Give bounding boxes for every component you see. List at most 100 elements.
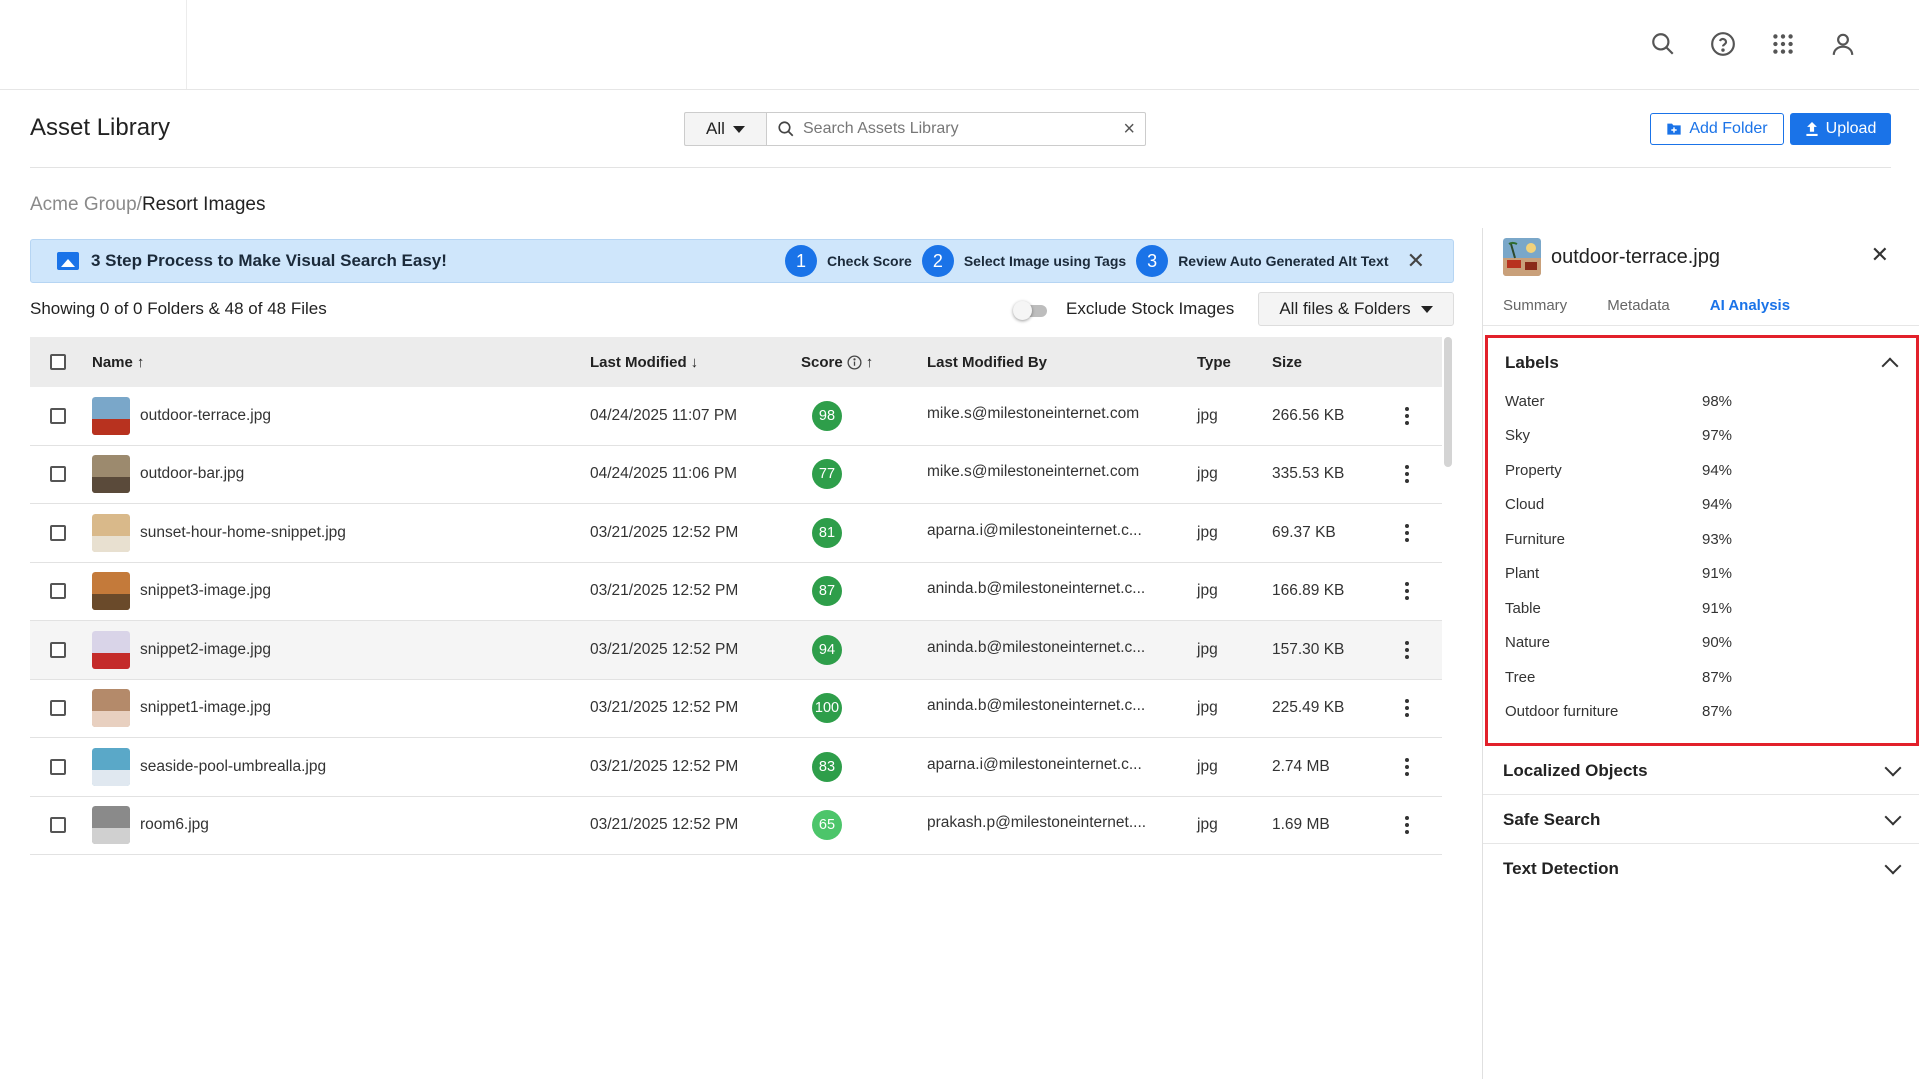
breadcrumb: Acme Group/Resort Images — [30, 194, 265, 216]
more-options-icon[interactable] — [1398, 816, 1416, 835]
labels-section: Labels Water 98% Sky 97% Property 94% Cloud 94%… — [1485, 335, 1919, 746]
col-name[interactable]: Name ↑ — [92, 354, 144, 371]
scope-select[interactable]: All — [684, 112, 766, 146]
col-modified-by: Last Modified By — [927, 354, 1047, 371]
add-folder-button[interactable]: Add Folder — [1650, 113, 1784, 145]
section-header[interactable]: Safe Search — [1483, 795, 1919, 844]
row-file-name[interactable]: seaside-pool-umbrealla.jpg — [140, 758, 326, 776]
tab-metadata[interactable]: Metadata — [1607, 297, 1670, 314]
table-scrollbar[interactable] — [1444, 337, 1452, 467]
row-type: jpg — [1197, 406, 1218, 424]
row-checkbox[interactable] — [50, 524, 66, 541]
table-row[interactable]: outdoor-bar.jpg 04/24/2025 11:06 PM 77 mike… — [30, 446, 1442, 504]
table-row[interactable]: snippet2-image.jpg 03/21/2025 12:52 PM 94 a… — [30, 621, 1442, 680]
row-checkbox[interactable] — [50, 407, 66, 424]
row-file-name[interactable]: room6.jpg — [140, 816, 209, 834]
row-checkbox[interactable] — [50, 466, 66, 483]
table-row[interactable]: outdoor-terrace.jpg 04/24/2025 11:07 PM 98… — [30, 387, 1442, 446]
upload-button[interactable]: Upload — [1790, 113, 1891, 145]
exclude-stock-toggle[interactable] — [1013, 300, 1047, 320]
more-options-icon[interactable] — [1398, 699, 1416, 718]
section-header[interactable]: Text Detection — [1483, 844, 1919, 893]
row-modified-by: prakash.p@milestoneinternet.... — [927, 814, 1147, 832]
row-checkbox[interactable] — [50, 641, 66, 658]
table-row[interactable]: snippet1-image.jpg 03/21/2025 12:52 PM 100… — [30, 680, 1442, 738]
row-file-name[interactable]: snippet3-image.jpg — [140, 582, 271, 600]
label-row: Outdoor furniture 87% — [1488, 695, 1916, 730]
label-confidence: 94% — [1702, 496, 1733, 514]
labels-section-header[interactable]: Labels — [1488, 342, 1916, 384]
sort-up-icon: ↑ — [136, 353, 145, 371]
more-options-icon[interactable] — [1398, 465, 1416, 484]
table-row[interactable]: seaside-pool-umbrealla.jpg 03/21/2025 12:… — [30, 738, 1442, 797]
row-file-name[interactable]: outdoor-bar.jpg — [140, 465, 244, 483]
table-row[interactable]: room6.jpg 03/21/2025 12:52 PM 65 prakash.p@… — [30, 797, 1442, 855]
col-type-label: Type — [1197, 353, 1231, 371]
table-row-partial — [30, 855, 1442, 877]
scope-select-value: All — [706, 119, 725, 138]
search-input[interactable] — [803, 120, 1116, 138]
more-options-icon[interactable] — [1398, 757, 1416, 776]
table-row[interactable]: snippet3-image.jpg 03/21/2025 12:52 PM 87 a… — [30, 563, 1442, 621]
image-icon — [57, 252, 79, 270]
tab-ai-analysis[interactable]: AI Analysis — [1710, 297, 1790, 314]
more-options-icon[interactable] — [1398, 523, 1416, 542]
row-file-name[interactable]: snippet2-image.jpg — [140, 641, 271, 659]
add-folder-icon — [1667, 123, 1682, 135]
section-header[interactable]: Localized Objects — [1483, 746, 1919, 795]
search-box: × — [766, 112, 1146, 146]
files-filter-select[interactable]: All files & Folders — [1258, 292, 1454, 326]
step-label: Select Image using Tags — [963, 253, 1127, 269]
label-row: Sky 97% — [1488, 419, 1916, 454]
row-size: 335.53 KB — [1272, 465, 1345, 483]
section-localized-objects[interactable]: Localized Objects — [1483, 746, 1919, 795]
label-name: Furniture — [1505, 530, 1566, 548]
chevron-up-icon — [1881, 357, 1899, 375]
label-row: Table 91% — [1488, 591, 1916, 626]
row-thumbnail — [92, 513, 130, 552]
label-confidence: 97% — [1702, 427, 1733, 445]
col-last-modified[interactable]: Last Modified ↓ — [590, 354, 698, 371]
row-checkbox[interactable] — [50, 583, 66, 600]
help-icon[interactable] — [1707, 28, 1739, 60]
row-modified: 03/21/2025 12:52 PM — [590, 757, 739, 775]
clear-search-icon[interactable]: × — [1123, 118, 1135, 141]
row-size: 266.56 KB — [1272, 406, 1345, 424]
file-thumbnail — [1503, 238, 1541, 276]
toggle-thumb — [1013, 301, 1032, 320]
row-file-name[interactable]: outdoor-terrace.jpg — [140, 407, 271, 425]
row-thumbnail — [92, 396, 130, 435]
search-icon[interactable] — [1647, 28, 1679, 60]
row-checkbox[interactable] — [50, 758, 66, 775]
account-icon[interactable] — [1827, 28, 1859, 60]
row-thumbnail — [92, 689, 130, 728]
row-checkbox[interactable] — [50, 817, 66, 834]
select-all-checkbox[interactable] — [50, 354, 66, 370]
logo-area — [0, 0, 187, 89]
table-row[interactable]: sunset-hour-home-snippet.jpg 03/21/2025 1… — [30, 504, 1442, 563]
details-panel: outdoor-terrace.jpg ✕ Summary Metadata A… — [1482, 228, 1919, 1079]
breadcrumb-parent[interactable]: Acme Group/ — [30, 194, 142, 215]
section-safe-search[interactable]: Safe Search — [1483, 795, 1919, 844]
caret-down-icon — [1420, 305, 1433, 313]
col-score[interactable]: Score ↑ — [801, 354, 873, 371]
sort-up-icon: ↑ — [865, 353, 874, 371]
more-options-icon[interactable] — [1398, 640, 1416, 659]
score-badge: 83 — [812, 751, 842, 782]
apps-grid-icon[interactable] — [1767, 28, 1799, 60]
close-banner-icon[interactable]: ✕ — [1407, 248, 1425, 274]
row-checkbox[interactable] — [50, 700, 66, 717]
label-row: Water 98% — [1488, 384, 1916, 419]
more-options-icon[interactable] — [1398, 582, 1416, 601]
step-number: 1 — [785, 245, 817, 277]
row-file-name[interactable]: snippet1-image.jpg — [140, 699, 271, 717]
close-panel-icon[interactable]: ✕ — [1871, 242, 1889, 268]
col-score-label: Score — [801, 353, 843, 371]
more-options-icon[interactable] — [1398, 406, 1416, 425]
row-file-name[interactable]: sunset-hour-home-snippet.jpg — [140, 524, 346, 542]
section-text-detection[interactable]: Text Detection — [1483, 844, 1919, 893]
label-name: Property — [1505, 461, 1562, 479]
tab-summary[interactable]: Summary — [1503, 297, 1567, 314]
score-badge: 81 — [812, 517, 842, 548]
chevron-down-icon — [1884, 857, 1902, 874]
